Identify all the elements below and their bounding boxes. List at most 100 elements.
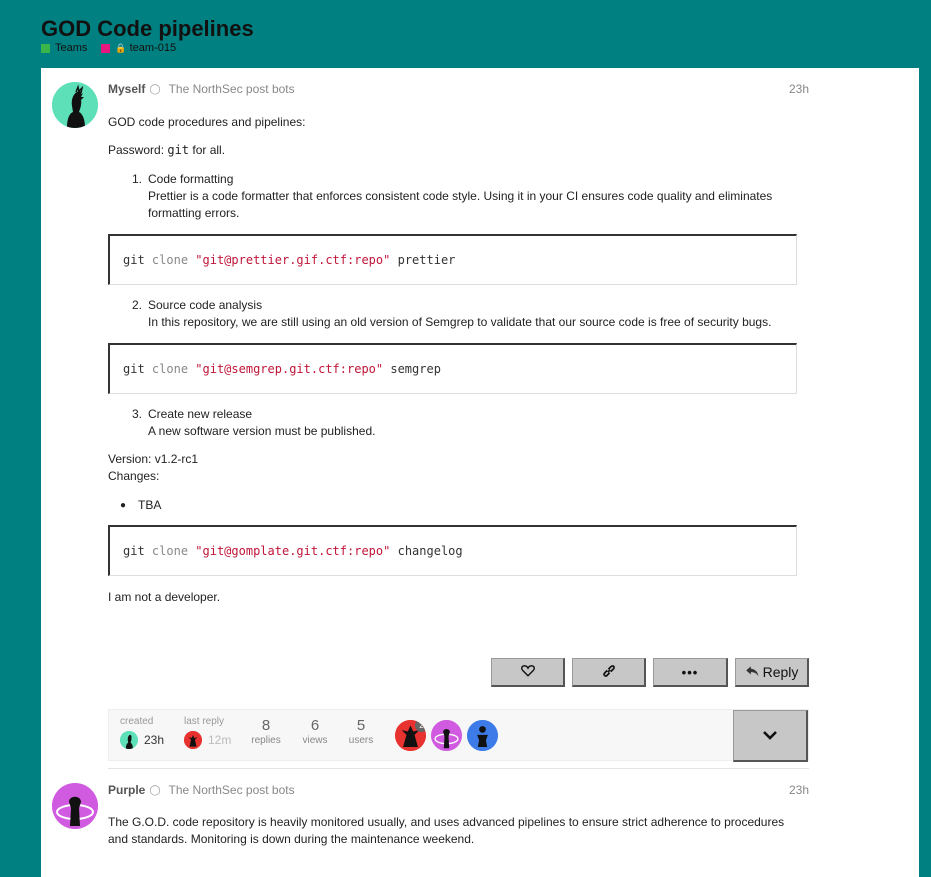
views-count: 6 <box>310 717 320 734</box>
steps-list: 3. Create new release A new software ver… <box>108 406 798 440</box>
step-title: Source code analysis <box>148 298 263 312</box>
topic-summary: created 23h last reply 12m 8 replies 6 v… <box>108 709 809 762</box>
avatar[interactable] <box>431 720 462 751</box>
shield-icon: ◯ <box>149 784 161 796</box>
expand-summary-button[interactable] <box>733 710 808 762</box>
views-stat: 6 views <box>299 717 331 746</box>
code-cmd: git <box>123 252 145 267</box>
post-actions: ••• Reply <box>484 658 809 687</box>
step-title: Create new release <box>148 407 253 421</box>
code-cmd: git <box>123 543 145 558</box>
avatar[interactable] <box>52 82 98 128</box>
step-desc: Prettier is a code formatter that enforc… <box>148 189 773 220</box>
heart-icon <box>520 664 535 680</box>
topic-panel: Myself ◯ The NorthSec post bots 23h GOD … <box>41 68 919 877</box>
shield-icon: ◯ <box>149 83 161 95</box>
created-stat[interactable]: created 23h <box>120 716 164 749</box>
password-suffix: for all. <box>189 143 226 157</box>
bullet-text: TBA <box>138 498 162 512</box>
last-reply-label: last reply <box>184 716 225 727</box>
steps-list: 1. Code formatting Prettier is a code fo… <box>108 171 798 222</box>
post-time[interactable]: 23h <box>789 82 809 96</box>
replies-label: replies <box>251 735 281 746</box>
last-reply-time: 12m <box>208 733 232 747</box>
category-team-015[interactable]: 🔒 team-015 <box>101 42 176 54</box>
password-prefix: Password: <box>108 143 168 157</box>
code-dir: semgrep <box>390 361 441 376</box>
category-breadcrumbs: Teams 🔒 team-015 <box>41 42 254 54</box>
version-line: Version: v1.2-rc1 <box>108 452 199 466</box>
closing-text: I am not a developer. <box>108 590 221 604</box>
avatar[interactable] <box>467 720 498 751</box>
code-dir: prettier <box>397 252 456 267</box>
topic-title[interactable]: GOD Code pipelines <box>41 16 254 42</box>
ellipsis-icon: ••• <box>681 664 699 680</box>
code-block[interactable]: git clone "git@semgrep.git.ctf:repo" sem… <box>108 343 797 394</box>
avatar <box>120 731 138 749</box>
post-body: GOD code procedures and pipelines: Passw… <box>108 114 798 606</box>
step-desc: In this repository, we are still using a… <box>148 315 772 329</box>
category-label: Teams <box>55 42 88 54</box>
category-color-swatch <box>41 43 50 53</box>
link-icon <box>602 664 616 681</box>
intro-text: GOD code procedures and pipelines: <box>108 115 306 129</box>
step-number: 3. <box>131 407 142 421</box>
user-group[interactable]: The NorthSec post bots <box>169 82 295 96</box>
created-label: created <box>120 716 154 727</box>
users-label: users <box>348 735 374 746</box>
chevron-down-icon <box>763 727 777 745</box>
reply-arrow-icon <box>745 664 759 680</box>
list-item: ● TBA <box>108 497 798 514</box>
reply-label: Reply <box>762 664 799 680</box>
user-group[interactable]: The NorthSec post bots <box>169 783 295 797</box>
avatar[interactable]: 2 <box>395 720 426 751</box>
steps-list: 2. Source code analysis In this reposito… <box>108 297 798 331</box>
like-button[interactable] <box>491 658 565 687</box>
post-meta: Myself ◯ The NorthSec post bots 23h <box>108 82 809 96</box>
step-number: 2. <box>131 298 142 312</box>
post-body: The G.O.D. code repository is heavily mo… <box>108 814 798 848</box>
last-reply-stat[interactable]: last reply 12m <box>184 716 231 749</box>
changes-list: ● TBA <box>108 497 798 514</box>
copy-link-button[interactable] <box>572 658 646 687</box>
code-dir: changelog <box>397 543 463 558</box>
category-teams[interactable]: Teams <box>41 42 87 54</box>
code-url: "git@prettier.gif.ctf:repo" <box>195 252 391 267</box>
password-line: Password: git for all. <box>108 142 798 159</box>
username[interactable]: Purple <box>108 783 145 797</box>
code-url: "git@gomplate.git.ctf:repo" <box>195 543 391 558</box>
participant-count-badge: 2 <box>415 720 426 732</box>
replies-count: 8 <box>261 717 271 734</box>
views-label: views <box>302 735 328 746</box>
replies-stat: 8 replies <box>250 717 282 746</box>
step-desc: A new software version must be published… <box>148 424 376 438</box>
topic-header: GOD Code pipelines Teams 🔒 team-015 <box>41 16 254 54</box>
password-code: git <box>167 143 190 157</box>
code-cmd: git <box>123 361 145 376</box>
reply-button[interactable]: Reply <box>735 658 809 687</box>
users-count: 5 <box>356 717 366 734</box>
post-time[interactable]: 23h <box>789 783 809 797</box>
avatar <box>184 731 202 749</box>
code-url: "git@semgrep.git.ctf:repo" <box>195 361 384 376</box>
category-color-swatch <box>101 43 111 53</box>
more-actions-button[interactable]: ••• <box>653 658 728 687</box>
list-item: 2. Source code analysis In this reposito… <box>108 297 798 331</box>
code-block[interactable]: git clone "git@gomplate.git.ctf:repo" ch… <box>108 525 797 576</box>
bullet-dot: ● <box>119 500 127 511</box>
code-block[interactable]: git clone "git@prettier.gif.ctf:repo" pr… <box>108 234 797 285</box>
avatar[interactable] <box>52 783 98 829</box>
list-item: 1. Code formatting Prettier is a code fo… <box>108 171 798 222</box>
step-title: Code formatting <box>148 172 234 186</box>
step-number: 1. <box>131 172 142 186</box>
created-time: 23h <box>144 733 165 747</box>
post-meta: Purple ◯ The NorthSec post bots 23h <box>108 783 809 797</box>
post-2: Purple ◯ The NorthSec post bots 23h The … <box>52 783 809 873</box>
code-subcmd: clone <box>151 361 189 376</box>
code-subcmd: clone <box>151 252 189 267</box>
post-1: Myself ◯ The NorthSec post bots 23h GOD … <box>52 82 809 772</box>
users-stat: 5 users <box>345 717 377 746</box>
username[interactable]: Myself <box>108 82 145 96</box>
category-label: team-015 <box>129 42 177 54</box>
post-text: The G.O.D. code repository is heavily mo… <box>108 815 785 846</box>
